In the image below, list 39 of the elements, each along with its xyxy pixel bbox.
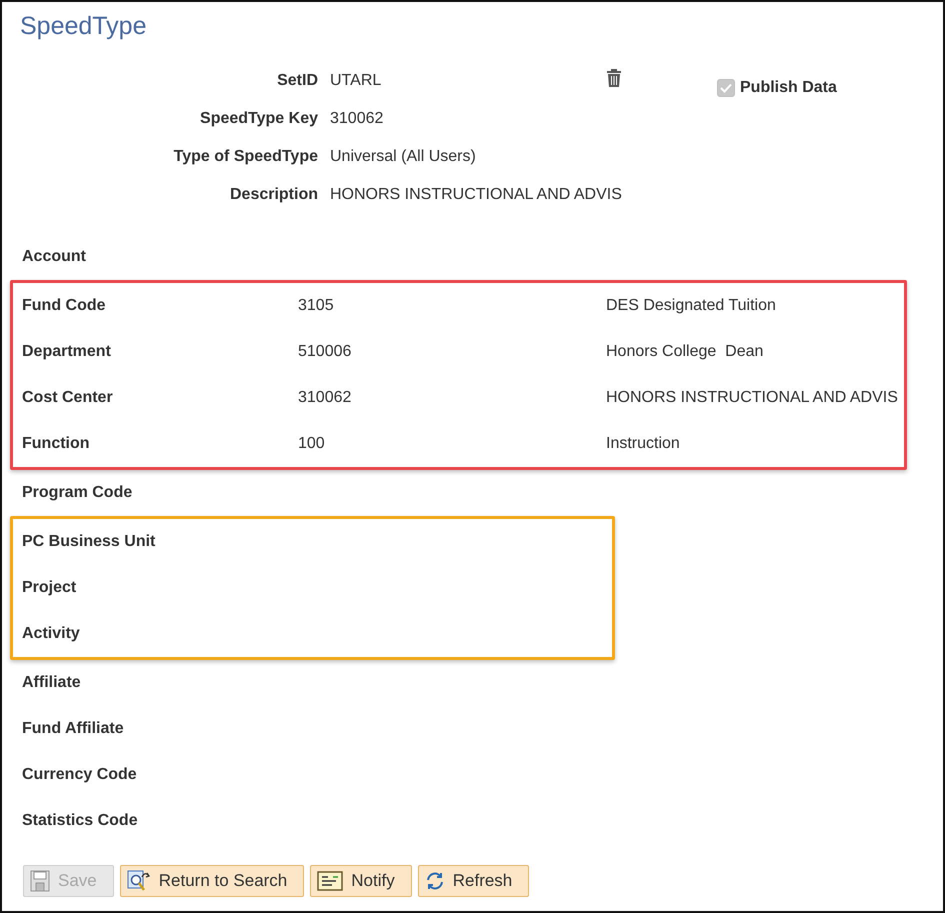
field-label: Currency Code (22, 766, 138, 784)
trash-icon[interactable] (606, 68, 622, 88)
field-label: Project (22, 579, 78, 597)
field-label: Account (22, 248, 87, 266)
field-value: 310062 (298, 389, 352, 407)
field-label: Type of SpeedType (172, 147, 318, 167)
magnifier-icon (126, 869, 151, 893)
field-label: Affiliate (22, 674, 82, 692)
field-description: DES Designated Tuition (606, 297, 776, 315)
field-value: HONORS INSTRUCTIONAL AND ADVIS (330, 185, 622, 205)
note-icon (317, 871, 344, 891)
field-description: Instruction (606, 435, 680, 453)
refresh-icon (424, 871, 445, 891)
field-label: Statistics Code (22, 812, 139, 830)
field-label: Fund Affiliate (22, 720, 125, 738)
field-label: Activity (22, 625, 81, 643)
field-value: 100 (298, 435, 325, 453)
field-label: SetID (276, 71, 318, 91)
refresh-button[interactable]: Refresh (418, 865, 530, 897)
field-label: Program Code (22, 484, 134, 502)
field-description: Honors College Dean (606, 343, 764, 361)
field-label: SpeedType Key (199, 109, 318, 129)
field-label: Department (22, 343, 112, 361)
field-description: HONORS INSTRUCTIONAL AND ADVIS (606, 389, 898, 407)
field-label: Fund Code (22, 297, 107, 315)
field-value: 310062 (330, 109, 384, 129)
checkmark-icon (720, 83, 732, 93)
field-value: UTARL (330, 71, 382, 91)
search-button[interactable]: Return to Search (120, 865, 304, 897)
field-value: Universal (All Users) (330, 147, 476, 167)
notify-button[interactable]: Notify (310, 865, 412, 897)
page-title: SpeedType (20, 11, 148, 42)
checkbox-label: Publish Data (740, 79, 837, 97)
field-label: Description (228, 185, 318, 205)
field-label: PC Business Unit (22, 533, 156, 551)
field-value: 3105 (298, 297, 334, 315)
field-label: Function (22, 435, 91, 453)
field-label: Cost Center (22, 389, 114, 407)
field-value: 510006 (298, 343, 352, 361)
